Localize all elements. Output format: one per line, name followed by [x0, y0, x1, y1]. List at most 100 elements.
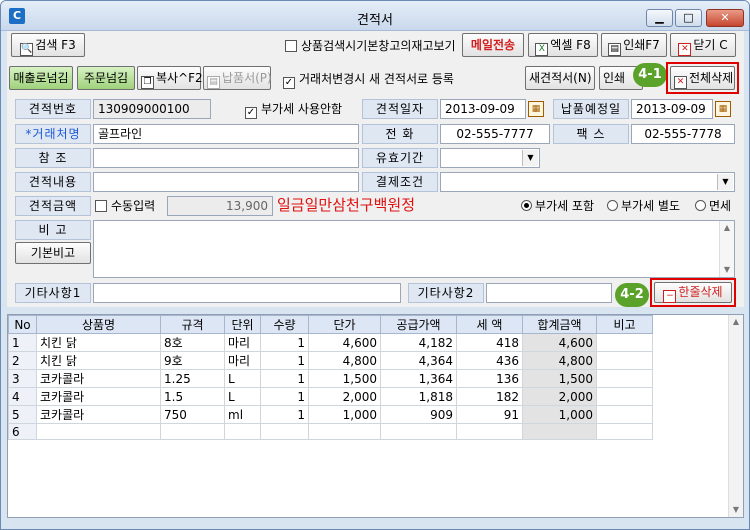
table-cell[interactable]: [260, 423, 309, 440]
table-cell[interactable]: 코카콜라: [36, 387, 161, 406]
table-cell[interactable]: 1,000: [308, 405, 381, 424]
mail-send-button[interactable]: 메일전송: [462, 33, 524, 57]
table-cell[interactable]: 4,800: [308, 351, 381, 370]
table-cell[interactable]: L: [224, 369, 261, 388]
table-row[interactable]: 4 코카콜라 1.5 L 1 2,000 1,818 182 2,000: [8, 387, 653, 406]
phone-field[interactable]: 02-555-7777: [440, 124, 550, 144]
table-cell[interactable]: 909: [380, 405, 457, 424]
table-cell[interactable]: [596, 423, 653, 440]
table-cell[interactable]: [308, 423, 381, 440]
new-quote-button[interactable]: 새견적서(N): [525, 66, 595, 90]
tax-free-radio[interactable]: [695, 200, 706, 211]
table-cell[interactable]: 4,364: [380, 351, 457, 370]
note-scrollbar[interactable]: ▲ ▼: [719, 221, 734, 277]
scroll-up-icon[interactable]: ▲: [729, 315, 743, 329]
grid-scrollbar[interactable]: ▲ ▼: [728, 315, 743, 517]
table-cell[interactable]: [456, 423, 523, 440]
table-cell[interactable]: ml: [224, 405, 261, 424]
column-header[interactable]: 공급가액: [380, 315, 457, 334]
delivery-button[interactable]: ▤ 납품서(P): [203, 66, 272, 90]
chevron-down-icon[interactable]: ▼: [522, 150, 538, 166]
table-cell[interactable]: 코카콜라: [36, 405, 161, 424]
table-cell[interactable]: 436: [456, 351, 523, 370]
excel-button[interactable]: X 엑셀 F8: [528, 33, 598, 57]
delete-all-button[interactable]: ✕ 전체삭제: [670, 66, 735, 90]
etc1-field[interactable]: [93, 283, 401, 303]
table-cell[interactable]: [596, 405, 653, 424]
client-field[interactable]: 골프라인: [93, 124, 359, 144]
table-cell[interactable]: [596, 369, 653, 388]
calendar-icon[interactable]: ▦: [715, 101, 731, 117]
table-cell[interactable]: 치킨 닭: [36, 333, 161, 352]
table-cell[interactable]: 1: [260, 369, 309, 388]
table-cell[interactable]: [224, 423, 261, 440]
table-cell[interactable]: [522, 423, 597, 440]
table-cell[interactable]: 2: [8, 351, 37, 370]
close-button[interactable]: ✕ 닫기 C: [670, 33, 736, 57]
vat-unused-option[interactable]: ✓ 부가세 사용안함: [245, 101, 342, 119]
table-cell[interactable]: [160, 423, 225, 440]
table-cell[interactable]: 1,500: [308, 369, 381, 388]
table-cell[interactable]: 2,000: [308, 387, 381, 406]
table-row[interactable]: 1 치킨 닭 8호 마리 1 4,600 4,182 418 4,600: [8, 333, 653, 352]
column-header[interactable]: 단위: [224, 315, 261, 334]
etc2-field[interactable]: [486, 283, 612, 303]
table-cell[interactable]: 4,600: [522, 333, 597, 352]
table-row[interactable]: 5 코카콜라 750 ml 1 1,000 909 91 1,000: [8, 405, 653, 424]
table-cell[interactable]: [596, 387, 653, 406]
table-cell[interactable]: 코카콜라: [36, 369, 161, 388]
payment-select[interactable]: ▼: [440, 172, 735, 192]
print-button[interactable]: ▤ 인쇄F7: [601, 33, 667, 57]
table-cell[interactable]: 1: [260, 351, 309, 370]
reference-field[interactable]: [93, 148, 359, 168]
vat-include-option[interactable]: 부가세 포함: [521, 198, 594, 214]
table-cell[interactable]: 3: [8, 369, 37, 388]
delivery-date-field[interactable]: 2013-09-09: [631, 99, 713, 119]
validity-select[interactable]: ▼: [440, 148, 540, 168]
table-cell[interactable]: 1,500: [522, 369, 597, 388]
vat-include-radio[interactable]: [521, 200, 532, 211]
table-cell[interactable]: L: [224, 387, 261, 406]
minimize-button[interactable]: ▁: [646, 9, 673, 27]
table-cell[interactable]: 418: [456, 333, 523, 352]
scroll-up-icon[interactable]: ▲: [720, 221, 734, 235]
table-cell[interactable]: 182: [456, 387, 523, 406]
chevron-down-icon[interactable]: ▼: [717, 174, 733, 190]
vat-separate-radio[interactable]: [607, 200, 618, 211]
table-cell[interactable]: [596, 351, 653, 370]
table-cell[interactable]: 마리: [224, 333, 261, 352]
table-cell[interactable]: 1,818: [380, 387, 457, 406]
table-cell[interactable]: 9호: [160, 351, 225, 370]
column-header[interactable]: 비고: [596, 315, 653, 334]
column-header[interactable]: 세 액: [456, 315, 523, 334]
search-button[interactable]: 🔍 검색 F3: [11, 33, 85, 57]
content-field[interactable]: [93, 172, 359, 192]
table-row[interactable]: 6: [8, 423, 653, 440]
table-cell[interactable]: 4,800: [522, 351, 597, 370]
table-cell[interactable]: 4: [8, 387, 37, 406]
fax-field[interactable]: 02-555-7778: [631, 124, 735, 144]
note-textarea[interactable]: ▲ ▼: [93, 220, 735, 278]
table-cell[interactable]: 4,182: [380, 333, 457, 352]
table-cell[interactable]: 5: [8, 405, 37, 424]
table-cell[interactable]: 6: [8, 423, 37, 440]
table-cell[interactable]: 4,600: [308, 333, 381, 352]
delete-row-button[interactable]: − 한줄삭제: [654, 282, 732, 303]
table-row[interactable]: 3 코카콜라 1.25 L 1 1,500 1,364 136 1,500: [8, 369, 653, 388]
sales-transfer-button[interactable]: 매출로넘김: [9, 66, 73, 90]
order-transfer-button[interactable]: 주문넘김: [77, 66, 135, 90]
column-header[interactable]: No: [8, 315, 37, 334]
table-cell[interactable]: 1: [260, 333, 309, 352]
manual-input-checkbox[interactable]: [95, 200, 107, 212]
column-header[interactable]: 상품명: [36, 315, 161, 334]
scroll-down-icon[interactable]: ▼: [729, 503, 743, 517]
stock-check-checkbox[interactable]: [285, 40, 297, 52]
table-cell[interactable]: 1,364: [380, 369, 457, 388]
table-cell[interactable]: 136: [456, 369, 523, 388]
column-header[interactable]: 수량: [260, 315, 309, 334]
vat-unused-checkbox[interactable]: ✓: [245, 107, 257, 119]
table-cell[interactable]: 1.25: [160, 369, 225, 388]
vat-separate-option[interactable]: 부가세 별도: [607, 198, 680, 214]
table-cell[interactable]: 91: [456, 405, 523, 424]
table-cell[interactable]: 1.5: [160, 387, 225, 406]
